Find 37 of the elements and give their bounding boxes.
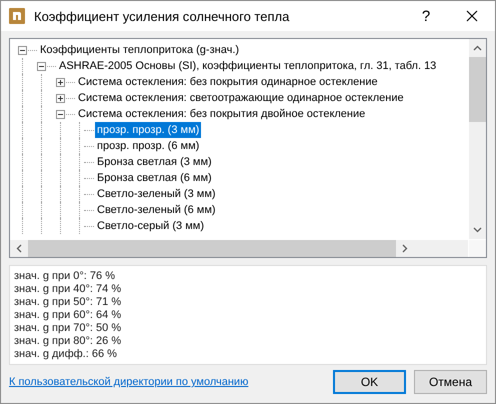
detail-text: знач. g при 60°: 64 % (14, 309, 122, 322)
ok-button[interactable]: OK (333, 370, 406, 394)
expand-icon[interactable] (56, 94, 65, 102)
tree-item[interactable]: ASHRAE-2005 Основы (SI), коэффициенты теплопритока, гл. 31, табл. 13 (57, 58, 438, 74)
scroll-right-icon[interactable] (402, 244, 408, 253)
collapse-icon[interactable] (18, 46, 27, 54)
detail-text: знач. g при 40°: 74 % (14, 283, 122, 296)
tree-item[interactable]: Бронза светлая (6 мм) (95, 170, 214, 186)
tree-item[interactable]: Светло-серый (3 мм) (95, 218, 206, 234)
tree-item[interactable]: Светло-зеленый (3 мм) (95, 186, 218, 202)
expand-icon[interactable] (56, 78, 65, 86)
scroll-up-icon[interactable] (473, 45, 482, 51)
tree-item[interactable]: Система остекления: без покрытия двойное остекление (76, 106, 368, 122)
tree-item[interactable]: Светло-зеленый (6 мм) (95, 202, 218, 218)
detail-text: знач. g при 50°: 71 % (14, 296, 122, 309)
vertical-scrollbar[interactable] (469, 39, 486, 239)
collapse-icon[interactable] (56, 110, 65, 118)
window-title: Коэффициент усиления солнечного тепла (34, 8, 290, 24)
help-button[interactable]: ? (403, 1, 449, 31)
tree-item[interactable]: прозр. прозр. (3 мм) (95, 122, 202, 138)
tree-item[interactable]: Бронза светлая (3 мм) (95, 154, 214, 170)
app-icon (9, 8, 25, 24)
scroll-left-icon[interactable] (16, 244, 22, 253)
detail-text: знач. g при 80°: 26 % (14, 335, 122, 348)
close-icon (466, 10, 478, 22)
scroll-down-icon[interactable] (473, 227, 482, 233)
detail-text: знач. g при 0°: 76 % (14, 270, 116, 283)
tree-item[interactable]: прозр. прозр. (6 мм) (95, 138, 202, 154)
tree-item[interactable]: Коэффициенты теплопритока (g-знач.) (38, 42, 242, 58)
detail-text: знач. g дифф.: 66 % (14, 348, 118, 361)
tree-item[interactable]: Система остекления: светоотражающие одинарное остекление (76, 90, 406, 106)
collapse-icon[interactable] (37, 62, 46, 70)
tree-item[interactable]: Система остекления: без покрытия одинарное остекление (76, 74, 380, 90)
cancel-button[interactable]: Отмена (414, 370, 487, 394)
default-directory-link[interactable]: К пользовательской директории по умолчанию (9, 376, 325, 388)
detail-text: знач. g при 70°: 50 % (14, 322, 122, 335)
horizontal-scrollbar[interactable] (10, 240, 468, 257)
